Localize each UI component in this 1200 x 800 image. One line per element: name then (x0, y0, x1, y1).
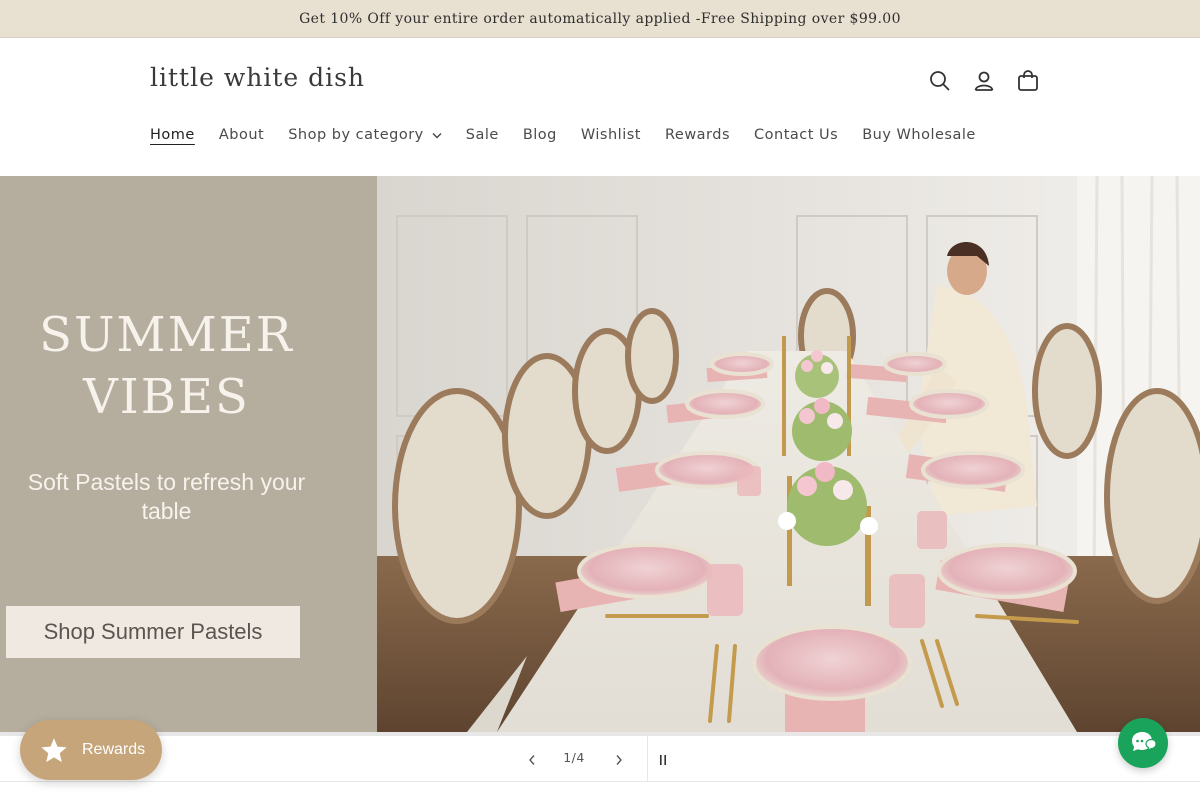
slideshow-controls: 1/4 (0, 732, 1200, 782)
announcement-bar: Get 10% Off your entire order automatica… (0, 0, 1200, 38)
shop-summer-pastels-button[interactable]: Shop Summer Pastels (6, 606, 300, 658)
account-icon[interactable] (966, 61, 1002, 101)
nav-item-blog[interactable]: Blog (511, 121, 569, 149)
controls-divider (647, 736, 648, 782)
nav-item-shop-by-category[interactable]: Shop by category (276, 121, 454, 149)
hero-heading: SUMMER VIBES (0, 304, 333, 428)
nav-label: Contact Us (754, 127, 839, 143)
search-icon[interactable] (922, 61, 958, 101)
nav-item-contact-us[interactable]: Contact Us (742, 121, 850, 149)
hero-slideshow: SUMMER VIBES Soft Pastels to refresh you… (0, 176, 1200, 732)
nav-item-buy-wholesale[interactable]: Buy Wholesale (850, 121, 988, 149)
cart-icon[interactable] (1010, 61, 1046, 101)
slide-counter: 1/4 (563, 750, 585, 765)
nav-label: Sale (465, 127, 499, 143)
nav-item-wishlist[interactable]: Wishlist (569, 121, 653, 149)
nav-label: About (218, 127, 265, 143)
chevron-down-icon (432, 132, 442, 139)
site-header: little white dish Home About Shop by cat… (0, 39, 1200, 176)
site-logo[interactable]: little white dish (150, 63, 365, 92)
announcement-text: Get 10% Off your entire order automatica… (299, 10, 901, 27)
main-nav: Home About Shop by category Sale Blog Wi… (138, 121, 988, 149)
slide-prev-button[interactable] (520, 746, 544, 774)
chat-icon (1132, 732, 1157, 752)
hero-heading-line-2: VIBES (83, 369, 250, 425)
hero-table-setting-image (377, 176, 1200, 732)
nav-label: Home (150, 127, 195, 143)
nav-item-home[interactable]: Home (138, 121, 207, 149)
rewards-launcher-button[interactable]: Rewards (20, 720, 162, 780)
slide-pause-button[interactable] (652, 746, 674, 774)
nav-label: Shop by category (288, 127, 424, 143)
chat-launcher-button[interactable] (1118, 718, 1168, 768)
header-icons (922, 61, 1046, 101)
hero-heading-line-1: SUMMER (39, 307, 294, 363)
hero-subheading: Soft Pastels to refresh your table (27, 469, 306, 524)
nav-item-sale[interactable]: Sale (454, 121, 511, 149)
chevron-right-icon (616, 755, 622, 765)
nav-label: Rewards (664, 127, 731, 143)
star-icon (41, 737, 67, 762)
nav-label: Buy Wholesale (862, 127, 976, 143)
pause-icon (660, 755, 666, 765)
chevron-left-icon (529, 755, 535, 765)
rewards-label: Rewards (82, 741, 146, 758)
nav-label: Blog (522, 127, 557, 143)
hero-text-panel: SUMMER VIBES Soft Pastels to refresh you… (0, 176, 377, 732)
nav-item-about[interactable]: About (207, 121, 276, 149)
nav-item-rewards[interactable]: Rewards (653, 121, 742, 149)
slide-next-button[interactable] (607, 746, 631, 774)
nav-label: Wishlist (580, 127, 641, 143)
